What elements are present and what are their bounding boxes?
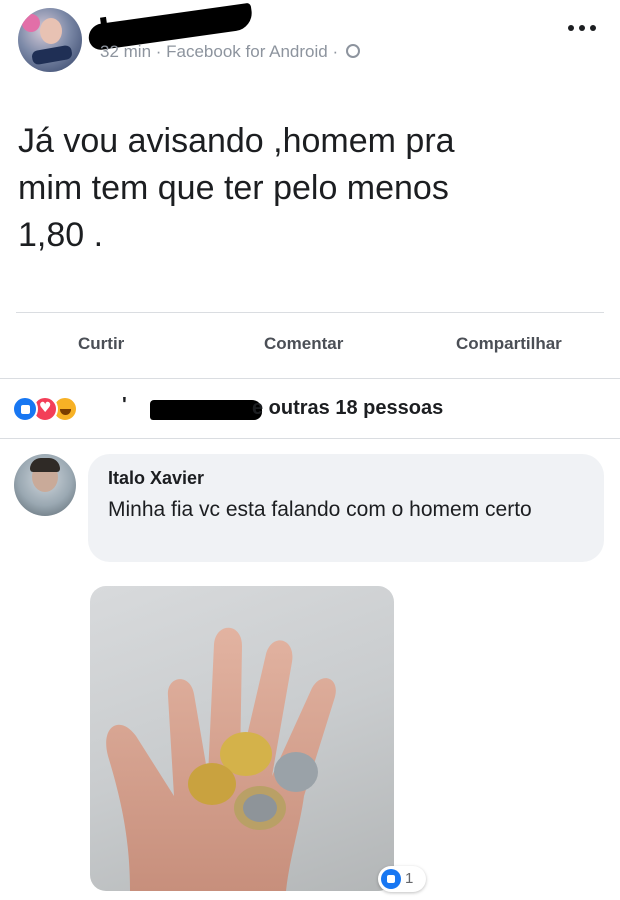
divider: [0, 378, 620, 379]
comment-text: Minha fia vc esta falando com o homem ce…: [108, 498, 532, 521]
divider: [0, 438, 620, 439]
avatar-face: [40, 18, 62, 44]
post-meta: 32 min · Facebook for Android ·: [100, 42, 360, 62]
post-header: 32 min · Facebook for Android ·: [0, 0, 620, 90]
redacted-reactor-names: [150, 400, 262, 420]
share-button[interactable]: Compartilhar: [456, 334, 562, 354]
comment-photo[interactable]: [90, 586, 394, 891]
author-avatar[interactable]: [18, 8, 82, 72]
coin: [274, 752, 318, 792]
divider: [16, 312, 604, 313]
globe-icon: [345, 44, 360, 58]
coin: [188, 763, 236, 805]
comment-author[interactable]: Italo Xavier: [108, 468, 204, 489]
like-button[interactable]: Curtir: [78, 334, 124, 354]
commenter-avatar[interactable]: [14, 454, 76, 516]
like-icon: [381, 869, 401, 889]
avatar-cap: [31, 44, 73, 66]
commenter-hair: [30, 458, 60, 472]
comment-button[interactable]: Comentar: [264, 334, 343, 354]
like-reaction-icon: [12, 396, 38, 422]
post-text: Já vou avisando ,homem pra mim tem que t…: [18, 122, 455, 254]
hand-with-coins-image: [106, 627, 336, 891]
comment-bubble: Italo Xavier Minha fia vc esta falando c…: [88, 454, 604, 562]
reaction-count-text: e outras 18 pessoas: [252, 397, 444, 419]
coin-center: [243, 794, 277, 822]
comment-like-badge[interactable]: 1: [378, 866, 426, 892]
post-meta-text: 32 min · Facebook for Android ·: [100, 42, 339, 61]
comment-like-count: 1: [405, 870, 414, 887]
reaction-apostrophe: ': [122, 394, 127, 416]
reactions-summary[interactable]: ' e outras 18 pessoas: [12, 394, 612, 424]
more-options-icon[interactable]: [568, 22, 598, 34]
avatar-decoration: [22, 14, 40, 32]
